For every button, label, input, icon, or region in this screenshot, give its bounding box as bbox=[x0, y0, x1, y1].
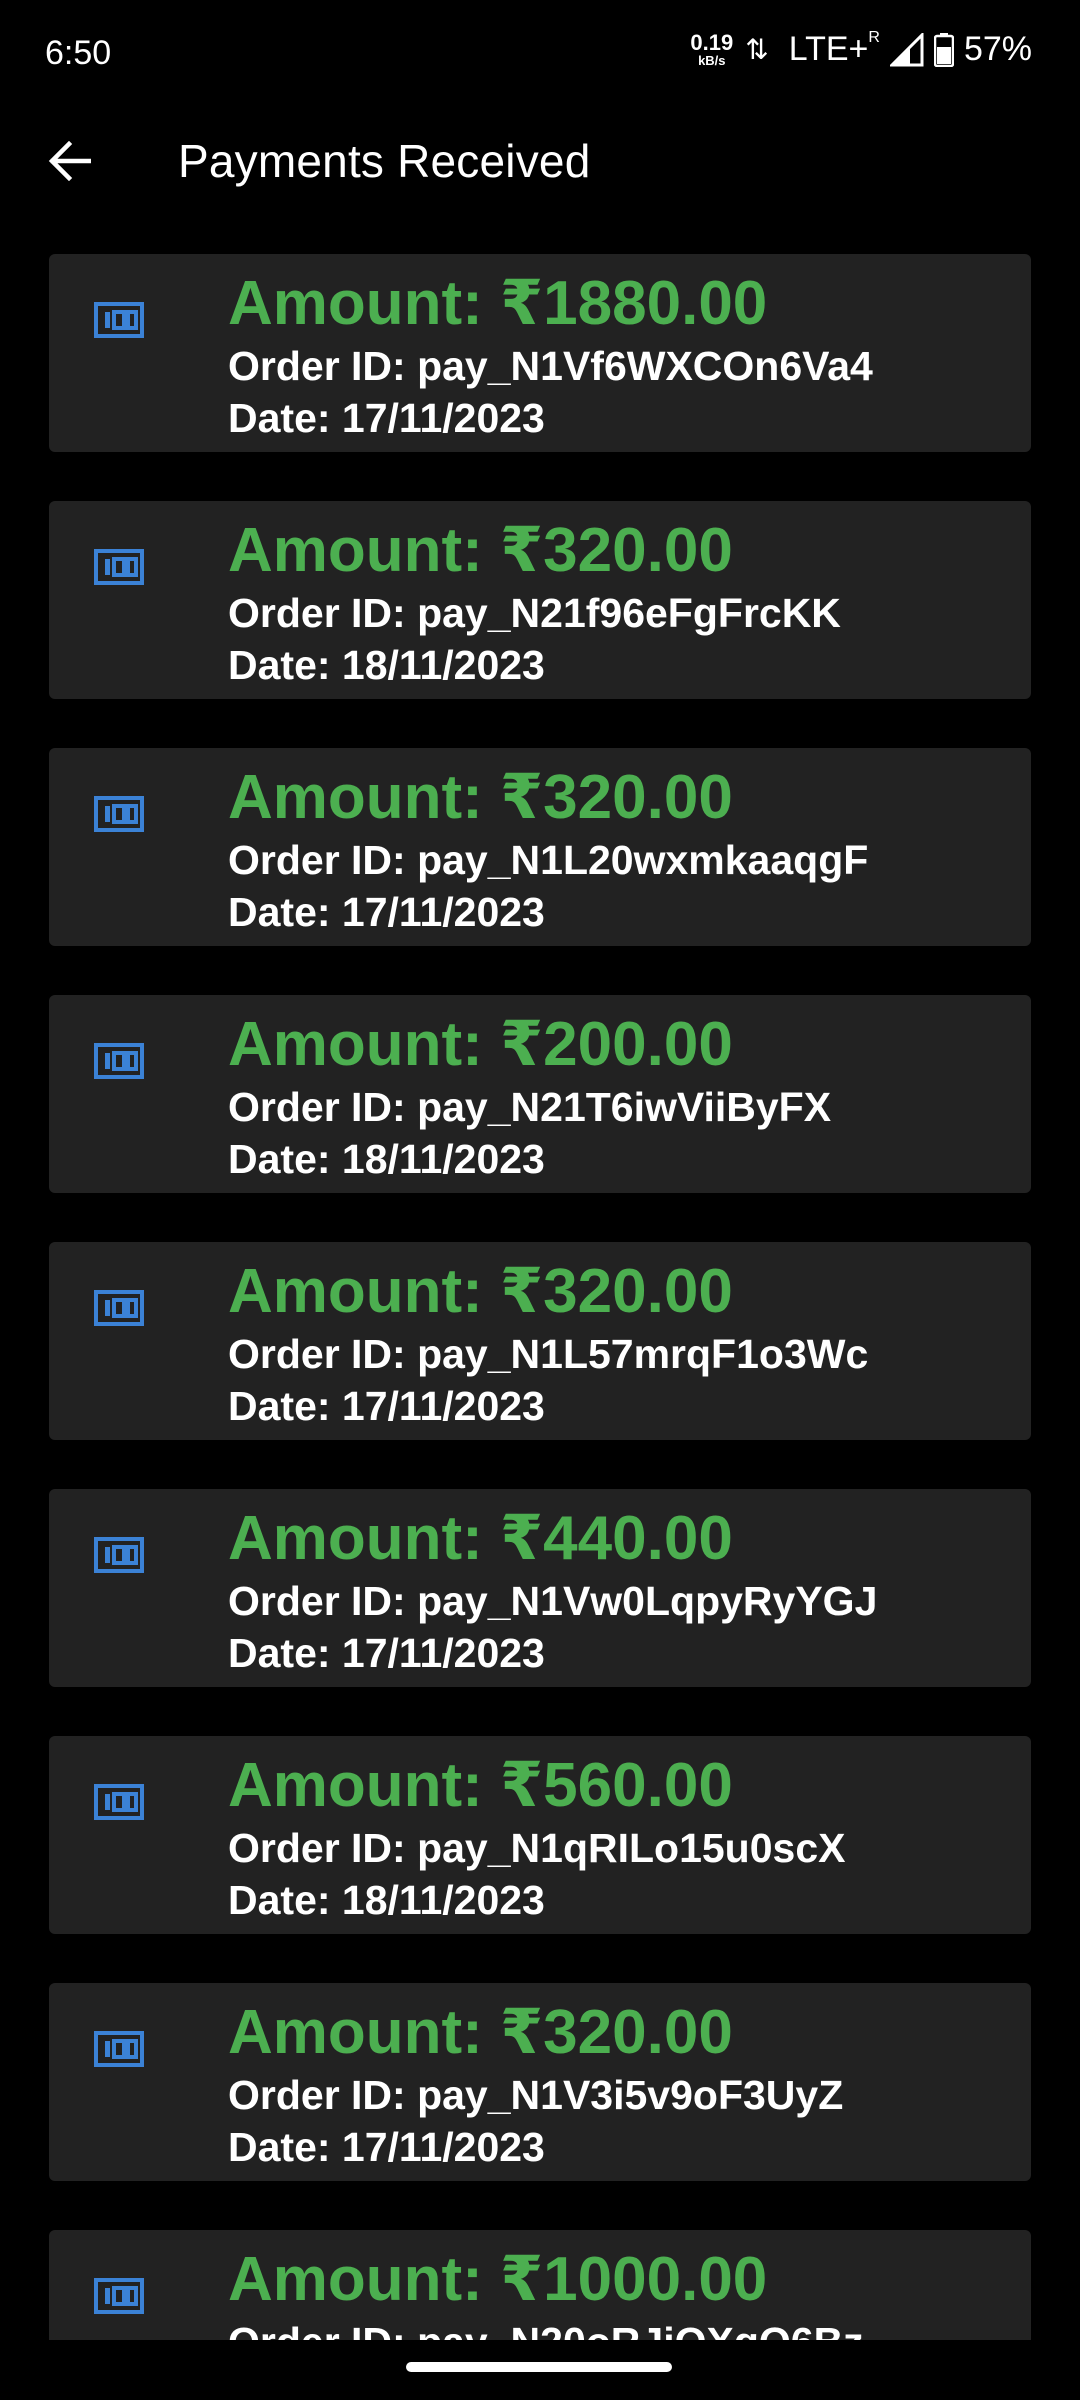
payment-order-id: Order ID: pay_N1L20wxmkaaqgF bbox=[228, 837, 869, 883]
battery-percentage: 57% bbox=[963, 30, 1032, 68]
payment-amount: Amount: ₹1000.00 bbox=[228, 2245, 768, 2314]
payments-list[interactable]: Amount: ₹1880.00 Order ID: pay_N1Vf6WXCO… bbox=[49, 254, 1031, 2340]
status-icons: 0.19 kB/s ⇅ LTE+R 57% bbox=[690, 28, 1032, 69]
payment-details: Amount: ₹320.00 Order ID: pay_N21f96eFgF… bbox=[228, 515, 841, 691]
payment-order-id: Order ID: pay_N1Vf6WXCOn6Va4 bbox=[228, 343, 873, 389]
money-icon bbox=[94, 2031, 144, 2067]
payment-date: Date: 17/11/2023 bbox=[228, 395, 545, 441]
payment-order-id: Order ID: pay_N21f96eFgFrcKK bbox=[228, 590, 841, 636]
money-icon bbox=[94, 302, 144, 338]
payment-card[interactable]: Amount: ₹1880.00 Order ID: pay_N1Vf6WXCO… bbox=[49, 254, 1031, 452]
payment-amount: Amount: ₹200.00 bbox=[228, 1010, 733, 1079]
app-bar: Payments Received bbox=[0, 110, 1080, 212]
payment-details: Amount: ₹560.00 Order ID: pay_N1qRILo15u… bbox=[228, 1750, 845, 1926]
money-icon bbox=[94, 1043, 144, 1079]
payment-date: Date: 17/11/2023 bbox=[228, 2124, 545, 2170]
money-icon bbox=[94, 1784, 144, 1820]
money-icon bbox=[94, 549, 144, 585]
arrow-back-icon bbox=[48, 141, 91, 181]
payment-date: Date: 18/11/2023 bbox=[228, 1877, 545, 1923]
home-indicator[interactable] bbox=[406, 2362, 672, 2372]
payment-card[interactable]: Amount: ₹320.00 Order ID: pay_N1L57mrqF1… bbox=[49, 1242, 1031, 1440]
payment-amount: Amount: ₹320.00 bbox=[228, 1998, 733, 2067]
status-time: 6:50 bbox=[45, 34, 112, 72]
page-title: Payments Received bbox=[178, 135, 591, 187]
payment-order-id: Order ID: pay_N21T6iwViiByFX bbox=[228, 1084, 832, 1130]
payment-details: Amount: ₹440.00 Order ID: pay_N1Vw0LqpyR… bbox=[228, 1503, 877, 1679]
payment-date: Date: 17/11/2023 bbox=[228, 1630, 545, 1676]
payment-date: Date: 17/11/2023 bbox=[228, 889, 545, 935]
data-activity-icon: ⇅ bbox=[745, 34, 769, 65]
payment-details: Amount: ₹1880.00 Order ID: pay_N1Vf6WXCO… bbox=[228, 268, 873, 444]
payment-amount: Amount: ₹320.00 bbox=[228, 1257, 733, 1326]
payment-order-id: Order ID: pay_N1Vw0LqpyRyYGJ bbox=[228, 1578, 878, 1624]
payment-amount: Amount: ₹1880.00 bbox=[228, 269, 768, 338]
payment-card[interactable]: Amount: ₹200.00 Order ID: pay_N21T6iwVii… bbox=[49, 995, 1031, 1193]
payment-details: Amount: ₹320.00 Order ID: pay_N1L20wxmka… bbox=[228, 762, 868, 938]
money-icon bbox=[94, 1537, 144, 1573]
payment-details: Amount: ₹200.00 Order ID: pay_N21T6iwVii… bbox=[228, 1009, 831, 1185]
payment-order-id: Order ID: pay_N1V3i5v9oF3UyZ bbox=[228, 2072, 844, 2118]
payment-order-id: Order ID: pay_N1qRILo15u0scX bbox=[228, 1825, 846, 1871]
payment-card[interactable]: Amount: ₹320.00 Order ID: pay_N21f96eFgF… bbox=[49, 501, 1031, 699]
back-button[interactable] bbox=[36, 128, 102, 194]
network-speed: 0.19 kB/s bbox=[690, 30, 734, 68]
money-icon bbox=[94, 1290, 144, 1326]
payment-card[interactable]: Amount: ₹560.00 Order ID: pay_N1qRILo15u… bbox=[49, 1736, 1031, 1934]
money-icon bbox=[94, 2278, 144, 2314]
payment-date: Date: 18/11/2023 bbox=[228, 1136, 545, 1182]
network-speed-value: 0.19 bbox=[690, 30, 734, 55]
payment-details: Amount: ₹320.00 Order ID: pay_N1L57mrqF1… bbox=[228, 1256, 868, 1432]
roaming-indicator: R bbox=[868, 28, 880, 46]
network-speed-unit: kB/s bbox=[698, 53, 726, 68]
payment-card[interactable]: Amount: ₹1000.00 Order ID: pay_N20oRJiOX… bbox=[49, 2230, 1031, 2340]
payment-details: Amount: ₹1000.00 Order ID: pay_N20oRJiOX… bbox=[228, 2244, 864, 2340]
money-icon bbox=[94, 796, 144, 832]
payment-amount: Amount: ₹320.00 bbox=[228, 763, 733, 832]
payment-card[interactable]: Amount: ₹440.00 Order ID: pay_N1Vw0LqpyR… bbox=[49, 1489, 1031, 1687]
payment-card[interactable]: Amount: ₹320.00 Order ID: pay_N1V3i5v9oF… bbox=[49, 1983, 1031, 2181]
payment-amount: Amount: ₹560.00 bbox=[228, 1751, 733, 1820]
payment-details: Amount: ₹320.00 Order ID: pay_N1V3i5v9oF… bbox=[228, 1997, 843, 2173]
payment-card[interactable]: Amount: ₹320.00 Order ID: pay_N1L20wxmka… bbox=[49, 748, 1031, 946]
payment-amount: Amount: ₹320.00 bbox=[228, 516, 733, 585]
battery-icon bbox=[933, 32, 954, 67]
payment-date: Date: 17/11/2023 bbox=[228, 1383, 545, 1429]
payment-order-id: Order ID: pay_N20oRJiOXgQ6Bz bbox=[228, 2316, 864, 2340]
status-bar: 6:50 0.19 kB/s ⇅ LTE+R 57% bbox=[0, 0, 1080, 110]
network-type-label: LTE+ bbox=[788, 30, 869, 68]
payment-amount: Amount: ₹440.00 bbox=[228, 1504, 733, 1573]
payment-order-id: Order ID: pay_N1L57mrqF1o3Wc bbox=[228, 1331, 869, 1377]
signal-icon bbox=[889, 32, 924, 66]
payment-date: Date: 18/11/2023 bbox=[228, 642, 545, 688]
network-type: LTE+R bbox=[788, 28, 880, 69]
